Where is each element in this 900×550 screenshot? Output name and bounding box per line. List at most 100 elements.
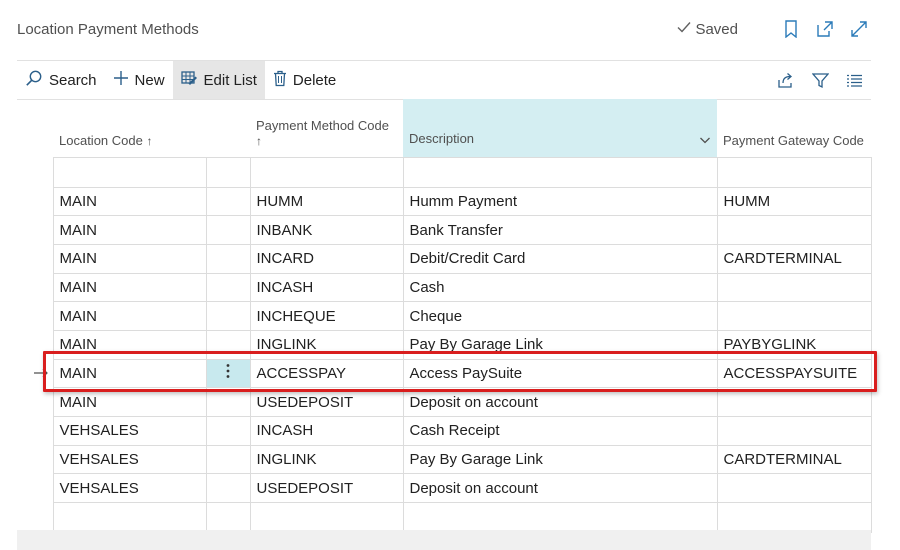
description-cell[interactable]: Deposit on account bbox=[402, 473, 718, 504]
bookmark-icon[interactable] bbox=[780, 18, 802, 40]
share-icon[interactable] bbox=[775, 69, 797, 91]
table-row[interactable]: MAIN USEDEPOSIT Deposit on account bbox=[17, 387, 872, 417]
description-cell[interactable]: Humm Payment bbox=[402, 186, 718, 217]
description-cell[interactable]: Cash Receipt bbox=[402, 416, 718, 446]
payment-method-code-cell[interactable]: USEDEPOSIT bbox=[249, 387, 404, 417]
location-code-cell[interactable]: MAIN bbox=[52, 272, 207, 303]
location-code-cell[interactable]: VEHSALES bbox=[52, 444, 207, 475]
expand-icon[interactable] bbox=[848, 18, 870, 40]
arrow-right-icon bbox=[33, 365, 49, 382]
location-code-cell[interactable]: MAIN bbox=[52, 243, 207, 274]
column-header-payment-method-code[interactable]: Payment Method Code ↑ bbox=[250, 99, 403, 158]
chevron-down-icon[interactable] bbox=[699, 133, 711, 148]
location-code-cell[interactable]: VEHSALES bbox=[52, 416, 207, 446]
payment-method-code-cell[interactable]: INGLINK bbox=[249, 444, 404, 475]
plus-icon bbox=[113, 70, 135, 90]
search-button[interactable]: Search bbox=[17, 61, 105, 99]
table-row[interactable]: MAIN INBANK Bank Transfer bbox=[17, 215, 872, 245]
payment-gateway-code-header-label: Payment Gateway Code bbox=[723, 132, 864, 148]
table-row[interactable]: MAIN INGLINK Pay By Garage Link PAYBYGLINK bbox=[17, 329, 872, 360]
payment-method-code-cell[interactable]: INBANK bbox=[249, 215, 404, 245]
search-label: Search bbox=[49, 71, 97, 89]
row-actions-spacer bbox=[205, 416, 251, 446]
payment-gateway-code-cell[interactable]: ACCESSPAYSUITE bbox=[716, 358, 872, 389]
payment-gateway-code-cell[interactable]: CARDTERMINAL bbox=[716, 444, 872, 475]
payment-gateway-code-cell[interactable]: PAYBYGLINK bbox=[716, 329, 872, 360]
payment-gateway-code-cell[interactable] bbox=[716, 473, 872, 504]
description-cell[interactable]: Deposit on account bbox=[402, 387, 718, 417]
payment-method-code-cell[interactable]: INGLINK bbox=[249, 329, 404, 360]
row-actions-spacer bbox=[205, 186, 251, 217]
location-code-header-label: Location Code bbox=[59, 132, 143, 148]
edit-list-button[interactable]: Edit List bbox=[172, 61, 265, 99]
description-cell[interactable]: Cash bbox=[402, 272, 718, 303]
description-cell[interactable]: Cheque bbox=[402, 301, 718, 331]
header-spacer bbox=[17, 99, 53, 157]
payment-method-code-cell[interactable]: USEDEPOSIT bbox=[249, 473, 404, 504]
description-cell[interactable]: Debit/Credit Card bbox=[402, 243, 718, 274]
table-row[interactable]: MAIN INCASH Cash bbox=[17, 272, 872, 303]
row-actions-spacer bbox=[205, 473, 251, 504]
payment-gateway-code-cell[interactable]: CARDTERMINAL bbox=[716, 243, 872, 274]
new-label: New bbox=[134, 71, 165, 89]
more-vertical-icon[interactable] bbox=[226, 364, 230, 383]
column-header-actions-spacer bbox=[206, 99, 250, 158]
description-cell[interactable]: Access PaySuite bbox=[402, 358, 718, 389]
table-row[interactable]: VEHSALES INCASH Cash Receipt bbox=[17, 416, 872, 446]
open-in-new-window-icon[interactable] bbox=[814, 18, 836, 40]
payment-gateway-code-cell[interactable] bbox=[716, 301, 872, 331]
empty-row bbox=[17, 156, 872, 188]
description-cell[interactable]: Pay By Garage Link bbox=[402, 329, 718, 360]
delete-label: Delete bbox=[292, 71, 337, 89]
list-view-icon[interactable] bbox=[843, 69, 865, 91]
payment-gateway-code-cell[interactable] bbox=[716, 416, 872, 446]
trash-icon bbox=[273, 70, 293, 91]
page-title: Location Payment Methods bbox=[17, 21, 199, 38]
row-actions-cell[interactable] bbox=[205, 358, 251, 389]
location-code-cell[interactable]: MAIN bbox=[52, 387, 207, 417]
filter-icon[interactable] bbox=[809, 69, 831, 91]
description-cell[interactable]: Bank Transfer bbox=[402, 215, 718, 245]
column-header-description[interactable]: Description bbox=[403, 99, 717, 158]
description-cell[interactable]: Pay By Garage Link bbox=[402, 444, 718, 475]
delete-button[interactable]: Delete bbox=[265, 61, 344, 99]
edit-list-icon bbox=[180, 70, 204, 90]
table-row[interactable]: VEHSALES USEDEPOSIT Deposit on account bbox=[17, 473, 872, 504]
sort-ascending-icon: ↑ bbox=[256, 133, 262, 148]
payment-gateway-code-cell[interactable] bbox=[716, 272, 872, 303]
location-code-cell[interactable]: MAIN bbox=[52, 358, 207, 389]
location-code-cell[interactable]: MAIN bbox=[52, 329, 207, 360]
action-bar: Search New Edit List Delete bbox=[17, 60, 871, 100]
column-header-payment-gateway-code[interactable]: Payment Gateway Code bbox=[717, 99, 871, 158]
payment-method-code-cell[interactable]: INCASH bbox=[249, 272, 404, 303]
description-header-label: Description bbox=[409, 130, 475, 146]
row-actions-spacer bbox=[205, 329, 251, 360]
payment-method-code-header-label: Payment Method Code bbox=[256, 117, 389, 133]
location-code-cell[interactable]: MAIN bbox=[52, 301, 207, 331]
location-code-cell[interactable]: MAIN bbox=[52, 186, 207, 217]
new-button[interactable]: New bbox=[105, 61, 173, 99]
payment-gateway-code-cell[interactable] bbox=[716, 215, 872, 245]
payment-method-code-cell[interactable]: HUMM bbox=[249, 186, 404, 217]
location-code-cell[interactable]: MAIN bbox=[52, 215, 207, 245]
payment-gateway-code-cell[interactable] bbox=[716, 387, 872, 417]
saved-status: Saved bbox=[676, 19, 738, 39]
payment-method-code-cell[interactable]: INCARD bbox=[249, 243, 404, 274]
table-row[interactable]: VEHSALES INGLINK Pay By Garage Link CARDTER… bbox=[17, 444, 872, 475]
table-row[interactable]: MAIN HUMM Humm Payment HUMM bbox=[17, 186, 872, 217]
header-row: Location Code ↑ Payment Method Code ↑ De… bbox=[17, 99, 871, 158]
empty-row bbox=[17, 502, 872, 534]
payment-gateway-code-cell[interactable]: HUMM bbox=[716, 186, 872, 217]
checkmark-icon bbox=[676, 19, 695, 39]
row-actions-spacer bbox=[205, 243, 251, 274]
saved-label: Saved bbox=[695, 20, 738, 38]
table-row[interactable]: MAIN INCHEQUE Cheque bbox=[17, 301, 872, 331]
payment-method-code-cell[interactable]: INCASH bbox=[249, 416, 404, 446]
table-row[interactable]: MAIN INCARD Debit/Credit Card CARDTERMINAL bbox=[17, 243, 872, 274]
table-row[interactable]: MAIN ACCESSPAY Access PaySuite ACCESSPAYSUI… bbox=[17, 358, 872, 389]
column-header-location-code[interactable]: Location Code ↑ bbox=[53, 99, 206, 158]
edit-list-label: Edit List bbox=[203, 71, 257, 89]
payment-method-code-cell[interactable]: INCHEQUE bbox=[249, 301, 404, 331]
payment-method-code-cell[interactable]: ACCESSPAY bbox=[249, 358, 404, 389]
location-code-cell[interactable]: VEHSALES bbox=[52, 473, 207, 504]
